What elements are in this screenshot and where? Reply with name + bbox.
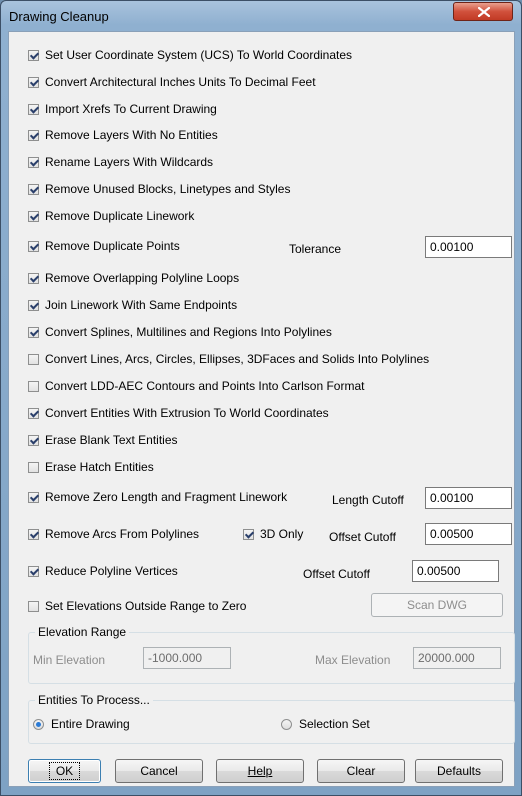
option-convert-arch-inches-label: Convert Architectural Inches Units To De… bbox=[45, 75, 316, 89]
title-bar[interactable]: Drawing Cleanup bbox=[1, 1, 521, 31]
dialog-body: Set User Coordinate System (UCS) To Worl… bbox=[8, 31, 515, 787]
option-import-xrefs-label: Import Xrefs To Current Drawing bbox=[45, 102, 217, 116]
tolerance-label: Tolerance bbox=[289, 242, 342, 256]
option-set-ucs[interactable]: Set User Coordinate System (UCS) To Worl… bbox=[28, 46, 352, 64]
option-3d-only-checkbox[interactable] bbox=[243, 528, 254, 540]
option-reduce-vertices-label: Reduce Polyline Vertices bbox=[45, 564, 178, 578]
option-remove-unused-blocks-label: Remove Unused Blocks, Linetypes and Styl… bbox=[45, 182, 291, 196]
option-rename-layers[interactable]: Rename Layers With Wildcards bbox=[28, 153, 213, 171]
dialog-window: Drawing Cleanup Set User Coordinate Syst… bbox=[0, 0, 522, 796]
option-erase-hatch[interactable]: Erase Hatch Entities bbox=[28, 458, 154, 476]
close-icon bbox=[478, 7, 490, 17]
window-title: Drawing Cleanup bbox=[9, 9, 109, 24]
option-set-elevations-label: Set Elevations Outside Range to Zero bbox=[45, 599, 247, 613]
max-elevation-input[interactable]: 20000.000 bbox=[413, 647, 501, 669]
arcs-offset-cutoff-label: Offset Cutoff bbox=[329, 530, 396, 544]
option-erase-blank-text[interactable]: Erase Blank Text Entities bbox=[28, 431, 178, 449]
option-join-linework-label: Join Linework With Same Endpoints bbox=[45, 298, 238, 312]
option-remove-zero-length-label: Remove Zero Length and Fragment Linework bbox=[45, 490, 288, 504]
option-remove-duplicate-points-label: Remove Duplicate Points bbox=[45, 239, 180, 253]
help-button-label: Help bbox=[247, 764, 273, 778]
option-remove-overlapping-loops-label: Remove Overlapping Polyline Loops bbox=[45, 271, 240, 285]
reduce-offset-cutoff-input[interactable]: 0.00500 bbox=[412, 560, 499, 582]
option-remove-arcs[interactable]: Remove Arcs From Polylines bbox=[28, 525, 199, 543]
length-cutoff-input[interactable]: 0.00100 bbox=[425, 487, 512, 509]
option-set-elevations[interactable]: Set Elevations Outside Range to Zero bbox=[28, 597, 246, 615]
option-join-linework-checkbox[interactable] bbox=[28, 299, 39, 311]
option-convert-ldd-aec[interactable]: Convert LDD-AEC Contours and Points Into… bbox=[28, 377, 364, 395]
option-remove-empty-layers-label: Remove Layers With No Entities bbox=[45, 128, 218, 142]
option-import-xrefs-checkbox[interactable] bbox=[28, 103, 39, 115]
selection-set-radio[interactable] bbox=[281, 718, 292, 730]
length-cutoff-label: Length Cutoff bbox=[332, 493, 404, 507]
option-remove-unused-blocks-checkbox[interactable] bbox=[28, 183, 39, 195]
option-convert-splines-label: Convert Splines, Multilines and Regions … bbox=[45, 325, 332, 339]
selection-set-option[interactable]: Selection Set bbox=[281, 715, 370, 733]
defaults-button[interactable]: Defaults bbox=[415, 759, 503, 783]
reduce-offset-cutoff-label: Offset Cutoff bbox=[303, 567, 370, 581]
option-remove-duplicate-points-checkbox[interactable] bbox=[28, 240, 39, 252]
elevation-range-title: Elevation Range bbox=[35, 625, 130, 639]
option-remove-arcs-checkbox[interactable] bbox=[28, 528, 39, 540]
option-remove-duplicate-linework-checkbox[interactable] bbox=[28, 210, 39, 222]
option-convert-arch-inches[interactable]: Convert Architectural Inches Units To De… bbox=[28, 73, 316, 91]
option-join-linework[interactable]: Join Linework With Same Endpoints bbox=[28, 296, 237, 314]
help-button[interactable]: Help bbox=[216, 759, 304, 783]
option-remove-duplicate-linework[interactable]: Remove Duplicate Linework bbox=[28, 207, 194, 225]
option-remove-unused-blocks[interactable]: Remove Unused Blocks, Linetypes and Styl… bbox=[28, 180, 290, 198]
entire-drawing-option[interactable]: Entire Drawing bbox=[33, 715, 130, 733]
option-erase-blank-text-label: Erase Blank Text Entities bbox=[45, 433, 178, 447]
option-remove-zero-length-checkbox[interactable] bbox=[28, 491, 39, 503]
option-convert-extrusion[interactable]: Convert Entities With Extrusion To World… bbox=[28, 404, 329, 422]
option-import-xrefs[interactable]: Import Xrefs To Current Drawing bbox=[28, 100, 217, 118]
option-convert-extrusion-label: Convert Entities With Extrusion To World… bbox=[45, 406, 329, 420]
option-rename-layers-label: Rename Layers With Wildcards bbox=[45, 155, 214, 169]
option-convert-lines-arcs-label: Convert Lines, Arcs, Circles, Ellipses, … bbox=[45, 352, 430, 366]
option-remove-zero-length[interactable]: Remove Zero Length and Fragment Linework bbox=[28, 488, 287, 506]
arcs-offset-cutoff-input[interactable]: 0.00500 bbox=[425, 523, 512, 545]
min-elevation-label: Min Elevation bbox=[33, 653, 106, 667]
option-convert-arch-inches-checkbox[interactable] bbox=[28, 76, 39, 88]
option-convert-extrusion-checkbox[interactable] bbox=[28, 407, 39, 419]
option-convert-lines-arcs[interactable]: Convert Lines, Arcs, Circles, Ellipses, … bbox=[28, 350, 429, 368]
cancel-button[interactable]: Cancel bbox=[115, 759, 203, 783]
option-erase-blank-text-checkbox[interactable] bbox=[28, 434, 39, 446]
option-remove-duplicate-points[interactable]: Remove Duplicate Points bbox=[28, 237, 180, 255]
option-remove-empty-layers-checkbox[interactable] bbox=[28, 129, 39, 141]
option-3d-only-label: 3D Only bbox=[260, 527, 304, 541]
option-set-ucs-checkbox[interactable] bbox=[28, 49, 39, 61]
ok-button[interactable]: OK bbox=[28, 759, 101, 783]
option-remove-arcs-label: Remove Arcs From Polylines bbox=[45, 527, 200, 541]
max-elevation-label: Max Elevation bbox=[315, 653, 391, 667]
option-remove-duplicate-linework-label: Remove Duplicate Linework bbox=[45, 209, 195, 223]
option-set-ucs-label: Set User Coordinate System (UCS) To Worl… bbox=[45, 48, 353, 62]
option-remove-overlapping-loops-checkbox[interactable] bbox=[28, 272, 39, 284]
option-erase-hatch-label: Erase Hatch Entities bbox=[45, 460, 154, 474]
selection-set-label: Selection Set bbox=[299, 717, 370, 731]
option-remove-overlapping-loops[interactable]: Remove Overlapping Polyline Loops bbox=[28, 269, 239, 287]
option-convert-lines-arcs-checkbox[interactable] bbox=[28, 353, 39, 365]
option-erase-hatch-checkbox[interactable] bbox=[28, 461, 39, 473]
entities-to-process-title: Entities To Process... bbox=[35, 693, 153, 707]
option-convert-splines-checkbox[interactable] bbox=[28, 326, 39, 338]
tolerance-input[interactable]: 0.00100 bbox=[425, 236, 512, 258]
scan-dwg-button[interactable]: Scan DWG bbox=[371, 593, 503, 617]
option-reduce-vertices-checkbox[interactable] bbox=[28, 565, 39, 577]
clear-button[interactable]: Clear bbox=[317, 759, 405, 783]
option-convert-ldd-aec-label: Convert LDD-AEC Contours and Points Into… bbox=[45, 379, 365, 393]
ok-button-label: OK bbox=[48, 762, 81, 780]
option-convert-ldd-aec-checkbox[interactable] bbox=[28, 380, 39, 392]
option-remove-empty-layers[interactable]: Remove Layers With No Entities bbox=[28, 126, 218, 144]
entire-drawing-label: Entire Drawing bbox=[51, 717, 130, 731]
min-elevation-input[interactable]: -1000.000 bbox=[143, 647, 231, 669]
option-set-elevations-checkbox[interactable] bbox=[28, 600, 39, 612]
entire-drawing-radio[interactable] bbox=[33, 718, 44, 730]
option-rename-layers-checkbox[interactable] bbox=[28, 156, 39, 168]
elevation-range-group: Elevation Range Min Elevation -1000.000 … bbox=[28, 625, 515, 684]
entities-to-process-group: Entities To Process... Entire Drawing Se… bbox=[28, 693, 515, 744]
option-3d-only[interactable]: 3D Only bbox=[243, 525, 303, 543]
option-convert-splines[interactable]: Convert Splines, Multilines and Regions … bbox=[28, 323, 332, 341]
close-button[interactable] bbox=[453, 2, 513, 21]
option-reduce-vertices[interactable]: Reduce Polyline Vertices bbox=[28, 562, 178, 580]
